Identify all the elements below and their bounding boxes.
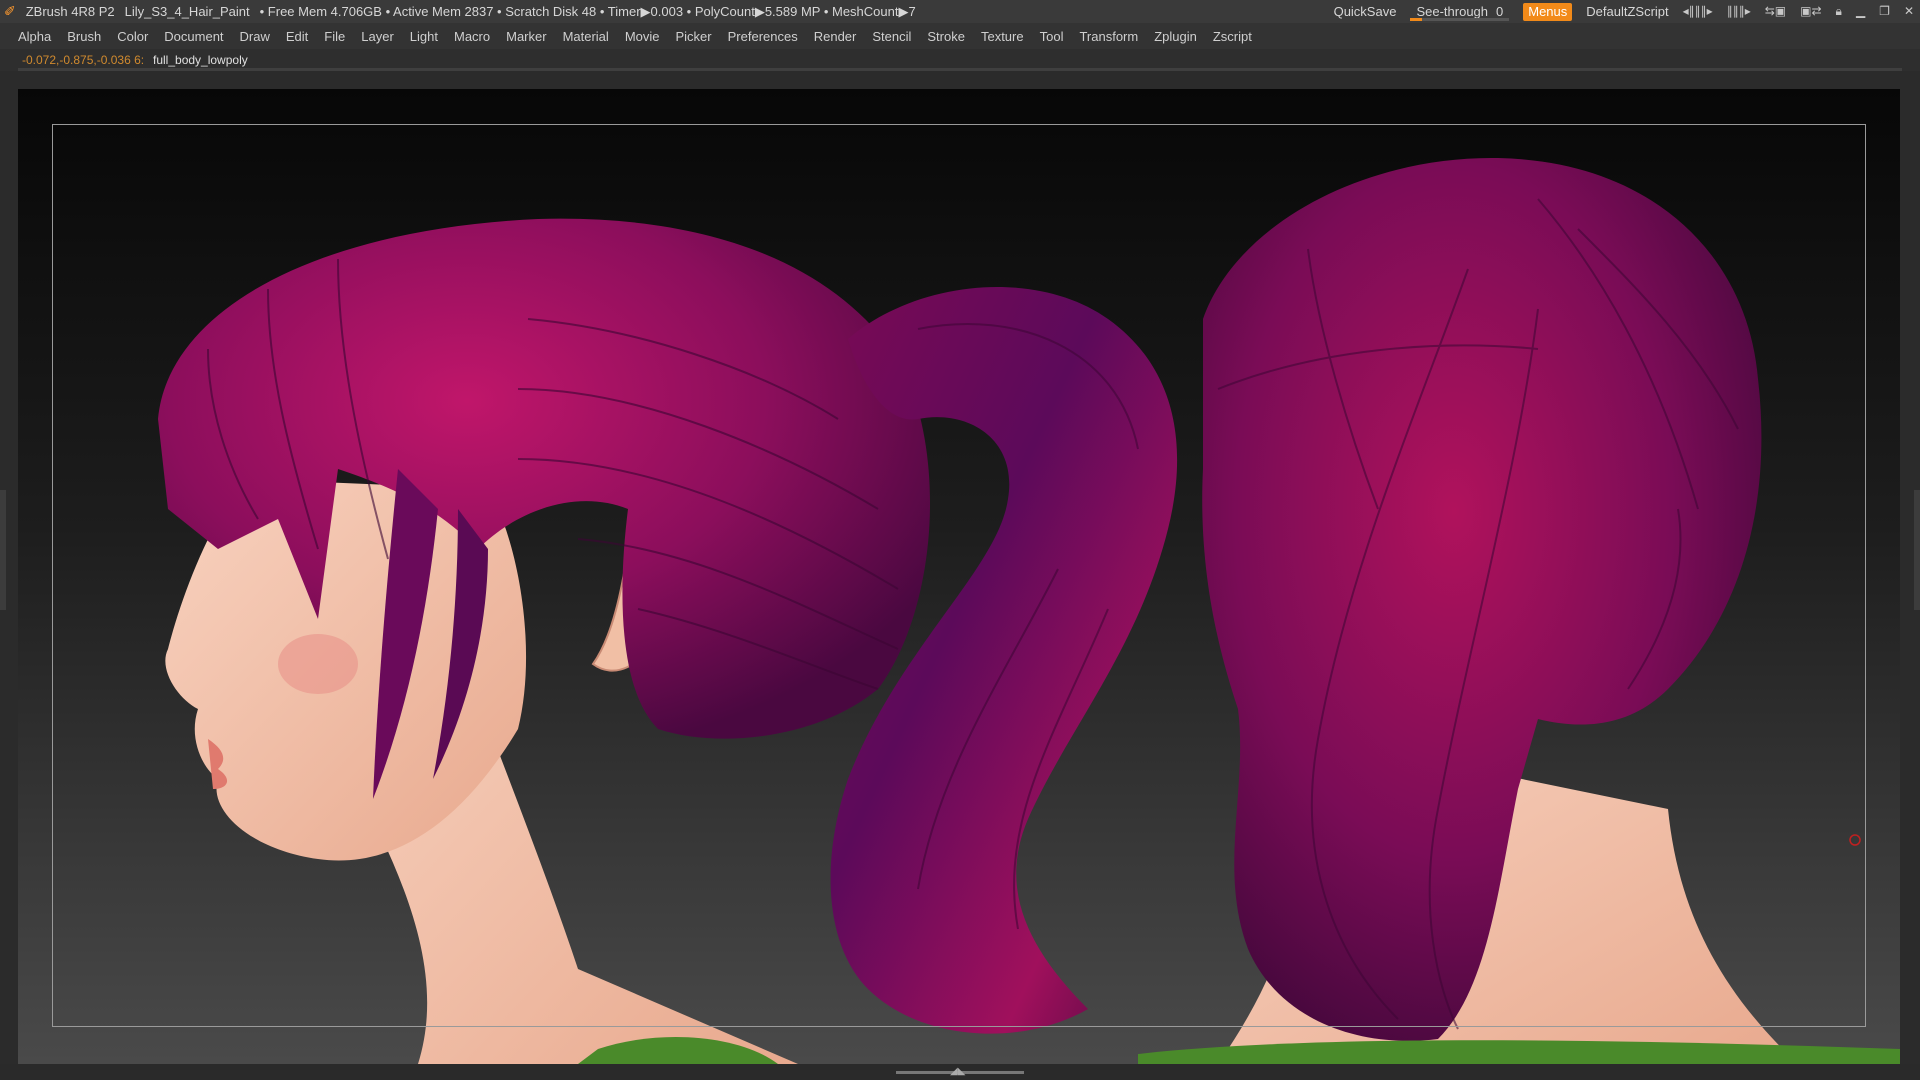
- menu-color[interactable]: Color: [109, 29, 156, 44]
- see-through-fill: [1410, 18, 1423, 21]
- title-bar: ✐ ZBrush 4R8 P2 Lily_S3_4_Hair_Paint • F…: [0, 0, 1920, 23]
- minimize-icon[interactable]: ▁: [1856, 0, 1865, 23]
- menu-draw[interactable]: Draw: [232, 29, 278, 44]
- app-name: ZBrush 4R8 P2: [25, 4, 115, 19]
- menu-stencil[interactable]: Stencil: [864, 29, 919, 44]
- menu-preferences[interactable]: Preferences: [720, 29, 806, 44]
- menu-transform[interactable]: Transform: [1071, 29, 1146, 44]
- ui-layout-icon[interactable]: ▣⇄: [1800, 0, 1821, 23]
- layout-prev-icon[interactable]: ◂∥∥∥▸: [1683, 0, 1713, 23]
- see-through-track: [1410, 18, 1510, 21]
- back-view-head: [1202, 158, 1798, 1064]
- side-view-head: [158, 218, 1178, 1064]
- quicksave-button[interactable]: QuickSave: [1334, 0, 1397, 23]
- expand-arrows-icon[interactable]: ◢◣: [950, 1064, 965, 1080]
- layout-next-icon[interactable]: ∥∥∥▸: [1727, 0, 1751, 23]
- menu-light[interactable]: Light: [402, 29, 446, 44]
- menu-render[interactable]: Render: [806, 29, 865, 44]
- menu-alpha[interactable]: Alpha: [10, 29, 59, 44]
- top-shelf-strip: [18, 68, 1902, 71]
- info-bar: -0.072,-0.875,-0.036 6: full_body_lowpol…: [0, 49, 1920, 71]
- restore-icon[interactable]: ❐: [1879, 0, 1890, 23]
- menu-document[interactable]: Document: [156, 29, 231, 44]
- menu-zscript[interactable]: Zscript: [1205, 29, 1260, 44]
- menu-tool[interactable]: Tool: [1032, 29, 1072, 44]
- menu-marker[interactable]: Marker: [498, 29, 554, 44]
- menu-file[interactable]: File: [316, 29, 353, 44]
- file-name: Lily_S3_4_Hair_Paint: [124, 4, 250, 19]
- menu-material[interactable]: Material: [555, 29, 617, 44]
- menu-zplugin[interactable]: Zplugin: [1146, 29, 1205, 44]
- right-tray-handle[interactable]: [1914, 490, 1920, 610]
- menu-picker[interactable]: Picker: [668, 29, 720, 44]
- menu-layer[interactable]: Layer: [353, 29, 402, 44]
- see-through-slider[interactable]: See-through 0: [1410, 0, 1510, 23]
- menu-texture[interactable]: Texture: [973, 29, 1032, 44]
- menu-stroke[interactable]: Stroke: [919, 29, 973, 44]
- brush-cursor-icon: [1849, 834, 1861, 846]
- menu-macro[interactable]: Macro: [446, 29, 498, 44]
- menu-brush[interactable]: Brush: [59, 29, 109, 44]
- lock-icon[interactable]: 🔒︎: [1836, 0, 1842, 23]
- zbrush-logo-icon: ✐: [4, 3, 16, 19]
- document-canvas[interactable]: [18, 89, 1900, 1064]
- interface-swap-icon[interactable]: ⇆▣: [1765, 0, 1786, 23]
- close-icon[interactable]: ✕: [1904, 0, 1914, 23]
- menu-edit[interactable]: Edit: [278, 29, 316, 44]
- main-menu-bar: Alpha Brush Color Document Draw Edit File Layer…: [0, 23, 1920, 49]
- viewport-render: [158, 158, 1900, 1064]
- menu-movie[interactable]: Movie: [617, 29, 668, 44]
- memory-stats: • Free Mem 4.706GB • Active Mem 2837 • S…: [259, 4, 916, 19]
- bottom-shelf: ◢◣: [0, 1064, 1920, 1080]
- menus-button[interactable]: Menus: [1523, 2, 1573, 21]
- default-zscript-button[interactable]: DefaultZScript: [1586, 0, 1668, 23]
- left-tray-handle[interactable]: [0, 490, 6, 610]
